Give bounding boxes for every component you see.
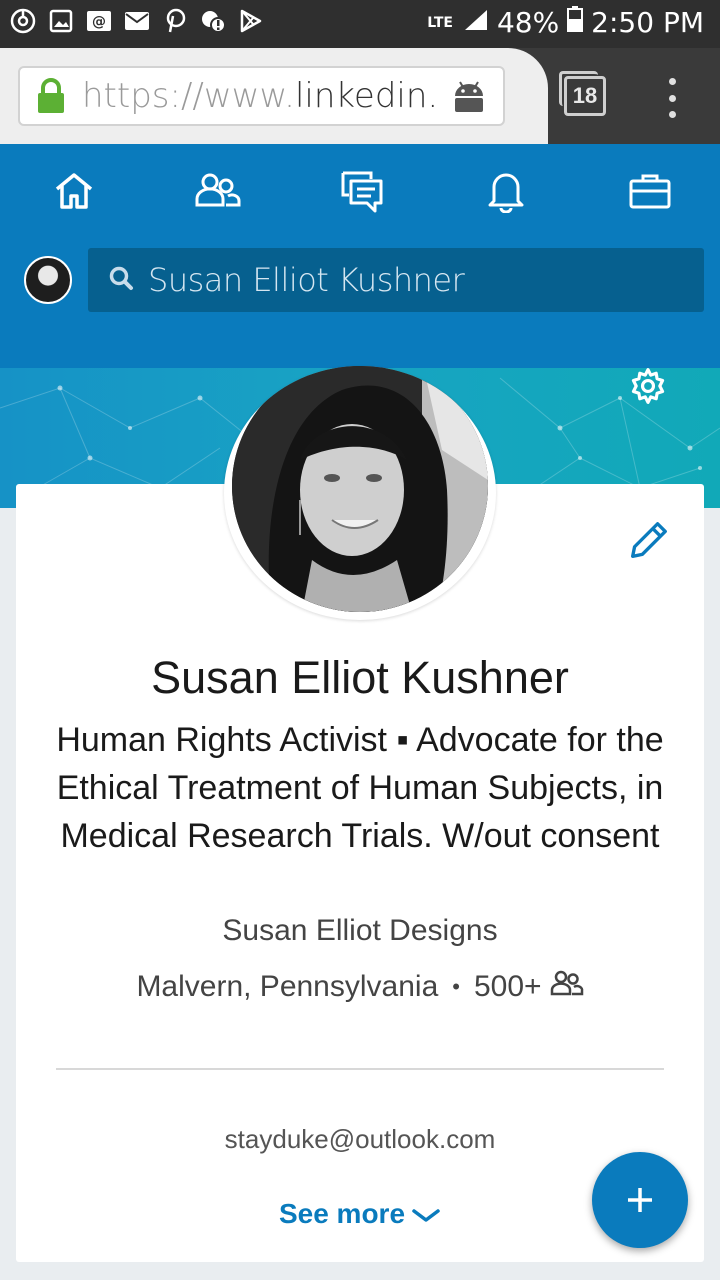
overflow-menu-button[interactable]	[660, 78, 684, 118]
at-sign-icon: @	[86, 8, 112, 34]
alert-icon	[200, 8, 226, 34]
lock-icon	[36, 78, 66, 114]
profile-headline: Human Rights Activist ▪ Advocate for the…	[56, 721, 664, 855]
connection-count[interactable]: 500+	[474, 970, 542, 1004]
chevron-down-icon	[412, 1209, 440, 1222]
plus-icon	[628, 1188, 652, 1212]
profile-photo-image	[232, 366, 488, 612]
nav-jobs[interactable]	[620, 158, 680, 228]
contact-email[interactable]: stayduke@outlook.com	[0, 1124, 720, 1155]
profile-name: Susan Elliot Kushner	[151, 652, 569, 703]
nav-messaging[interactable]	[332, 158, 392, 228]
clock: 2:50 PM	[591, 6, 704, 39]
svg-text:@: @	[92, 14, 106, 30]
mail-icon	[124, 8, 150, 34]
search-row: Susan Elliot Kushner	[0, 248, 720, 312]
separator-dot: •	[452, 974, 460, 999]
avatar[interactable]	[24, 256, 72, 304]
messaging-icon	[339, 169, 385, 218]
image-icon	[48, 8, 74, 34]
url-text: https://www.linkedin.c	[82, 76, 434, 116]
address-bar[interactable]: https://www.linkedin.c	[18, 66, 505, 126]
status-bar: @ LTE 48% 2:50 PM	[0, 0, 720, 48]
home-icon	[53, 171, 95, 216]
pinterest-icon	[162, 8, 188, 34]
network-type: LTE	[427, 14, 453, 31]
profile-photo[interactable]	[224, 366, 496, 620]
notification-icons: @	[10, 8, 264, 34]
sync-icon	[10, 8, 36, 34]
signal-icon	[463, 6, 489, 39]
battery-percent: 48%	[496, 6, 560, 39]
search-icon	[108, 265, 134, 296]
profile-location: Malvern, Pennsylvania	[136, 970, 439, 1003]
divider	[56, 1068, 664, 1070]
android-icon[interactable]	[451, 78, 487, 119]
top-nav	[0, 158, 720, 228]
play-store-icon	[238, 8, 264, 34]
browser-toolbar: https://www.linkedin.c 18	[0, 48, 720, 144]
location-row: Malvern, Pennsylvania • 500+	[0, 970, 720, 1004]
edit-pencil-icon[interactable]	[624, 518, 672, 569]
nav-notifications[interactable]	[476, 158, 536, 228]
see-more-label: See more	[278, 1198, 406, 1229]
nav-home[interactable]	[44, 158, 104, 228]
nav-my-network[interactable]	[188, 158, 248, 228]
jobs-icon	[628, 172, 672, 215]
url-prefix: https://www.	[82, 76, 295, 116]
linkedin-header: Susan Elliot Kushner	[0, 144, 720, 368]
status-right: LTE 48% 2:50 PM	[427, 6, 704, 39]
tab-switcher-button[interactable]: 18	[559, 71, 606, 116]
notifications-icon	[486, 169, 526, 218]
connections-icon	[550, 970, 584, 1004]
search-input[interactable]: Susan Elliot Kushner	[88, 248, 704, 312]
network-icon	[193, 171, 243, 216]
url-tab: https://www.linkedin.c	[0, 48, 548, 144]
battery-icon	[567, 6, 584, 39]
search-query: Susan Elliot Kushner	[148, 261, 465, 299]
settings-gear-icon[interactable]	[626, 366, 670, 411]
profile-company: Susan Elliot Designs	[222, 914, 498, 947]
compose-fab-button[interactable]	[592, 1152, 688, 1248]
url-host: linkedin.c	[294, 76, 434, 116]
